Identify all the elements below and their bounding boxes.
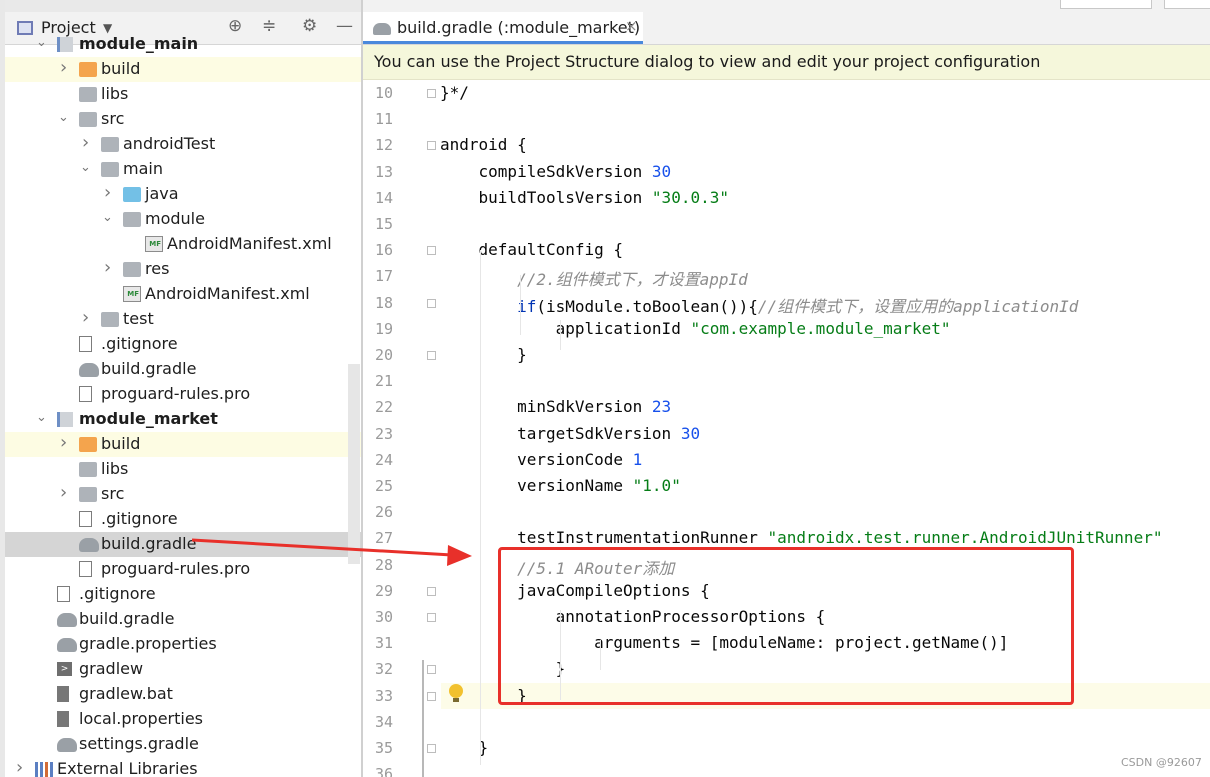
arrow-shaft: [191, 538, 453, 557]
annotation-arrow: [191, 538, 472, 566]
arrow-head: [447, 545, 472, 566]
watermark: CSDN @92607: [1121, 756, 1202, 769]
